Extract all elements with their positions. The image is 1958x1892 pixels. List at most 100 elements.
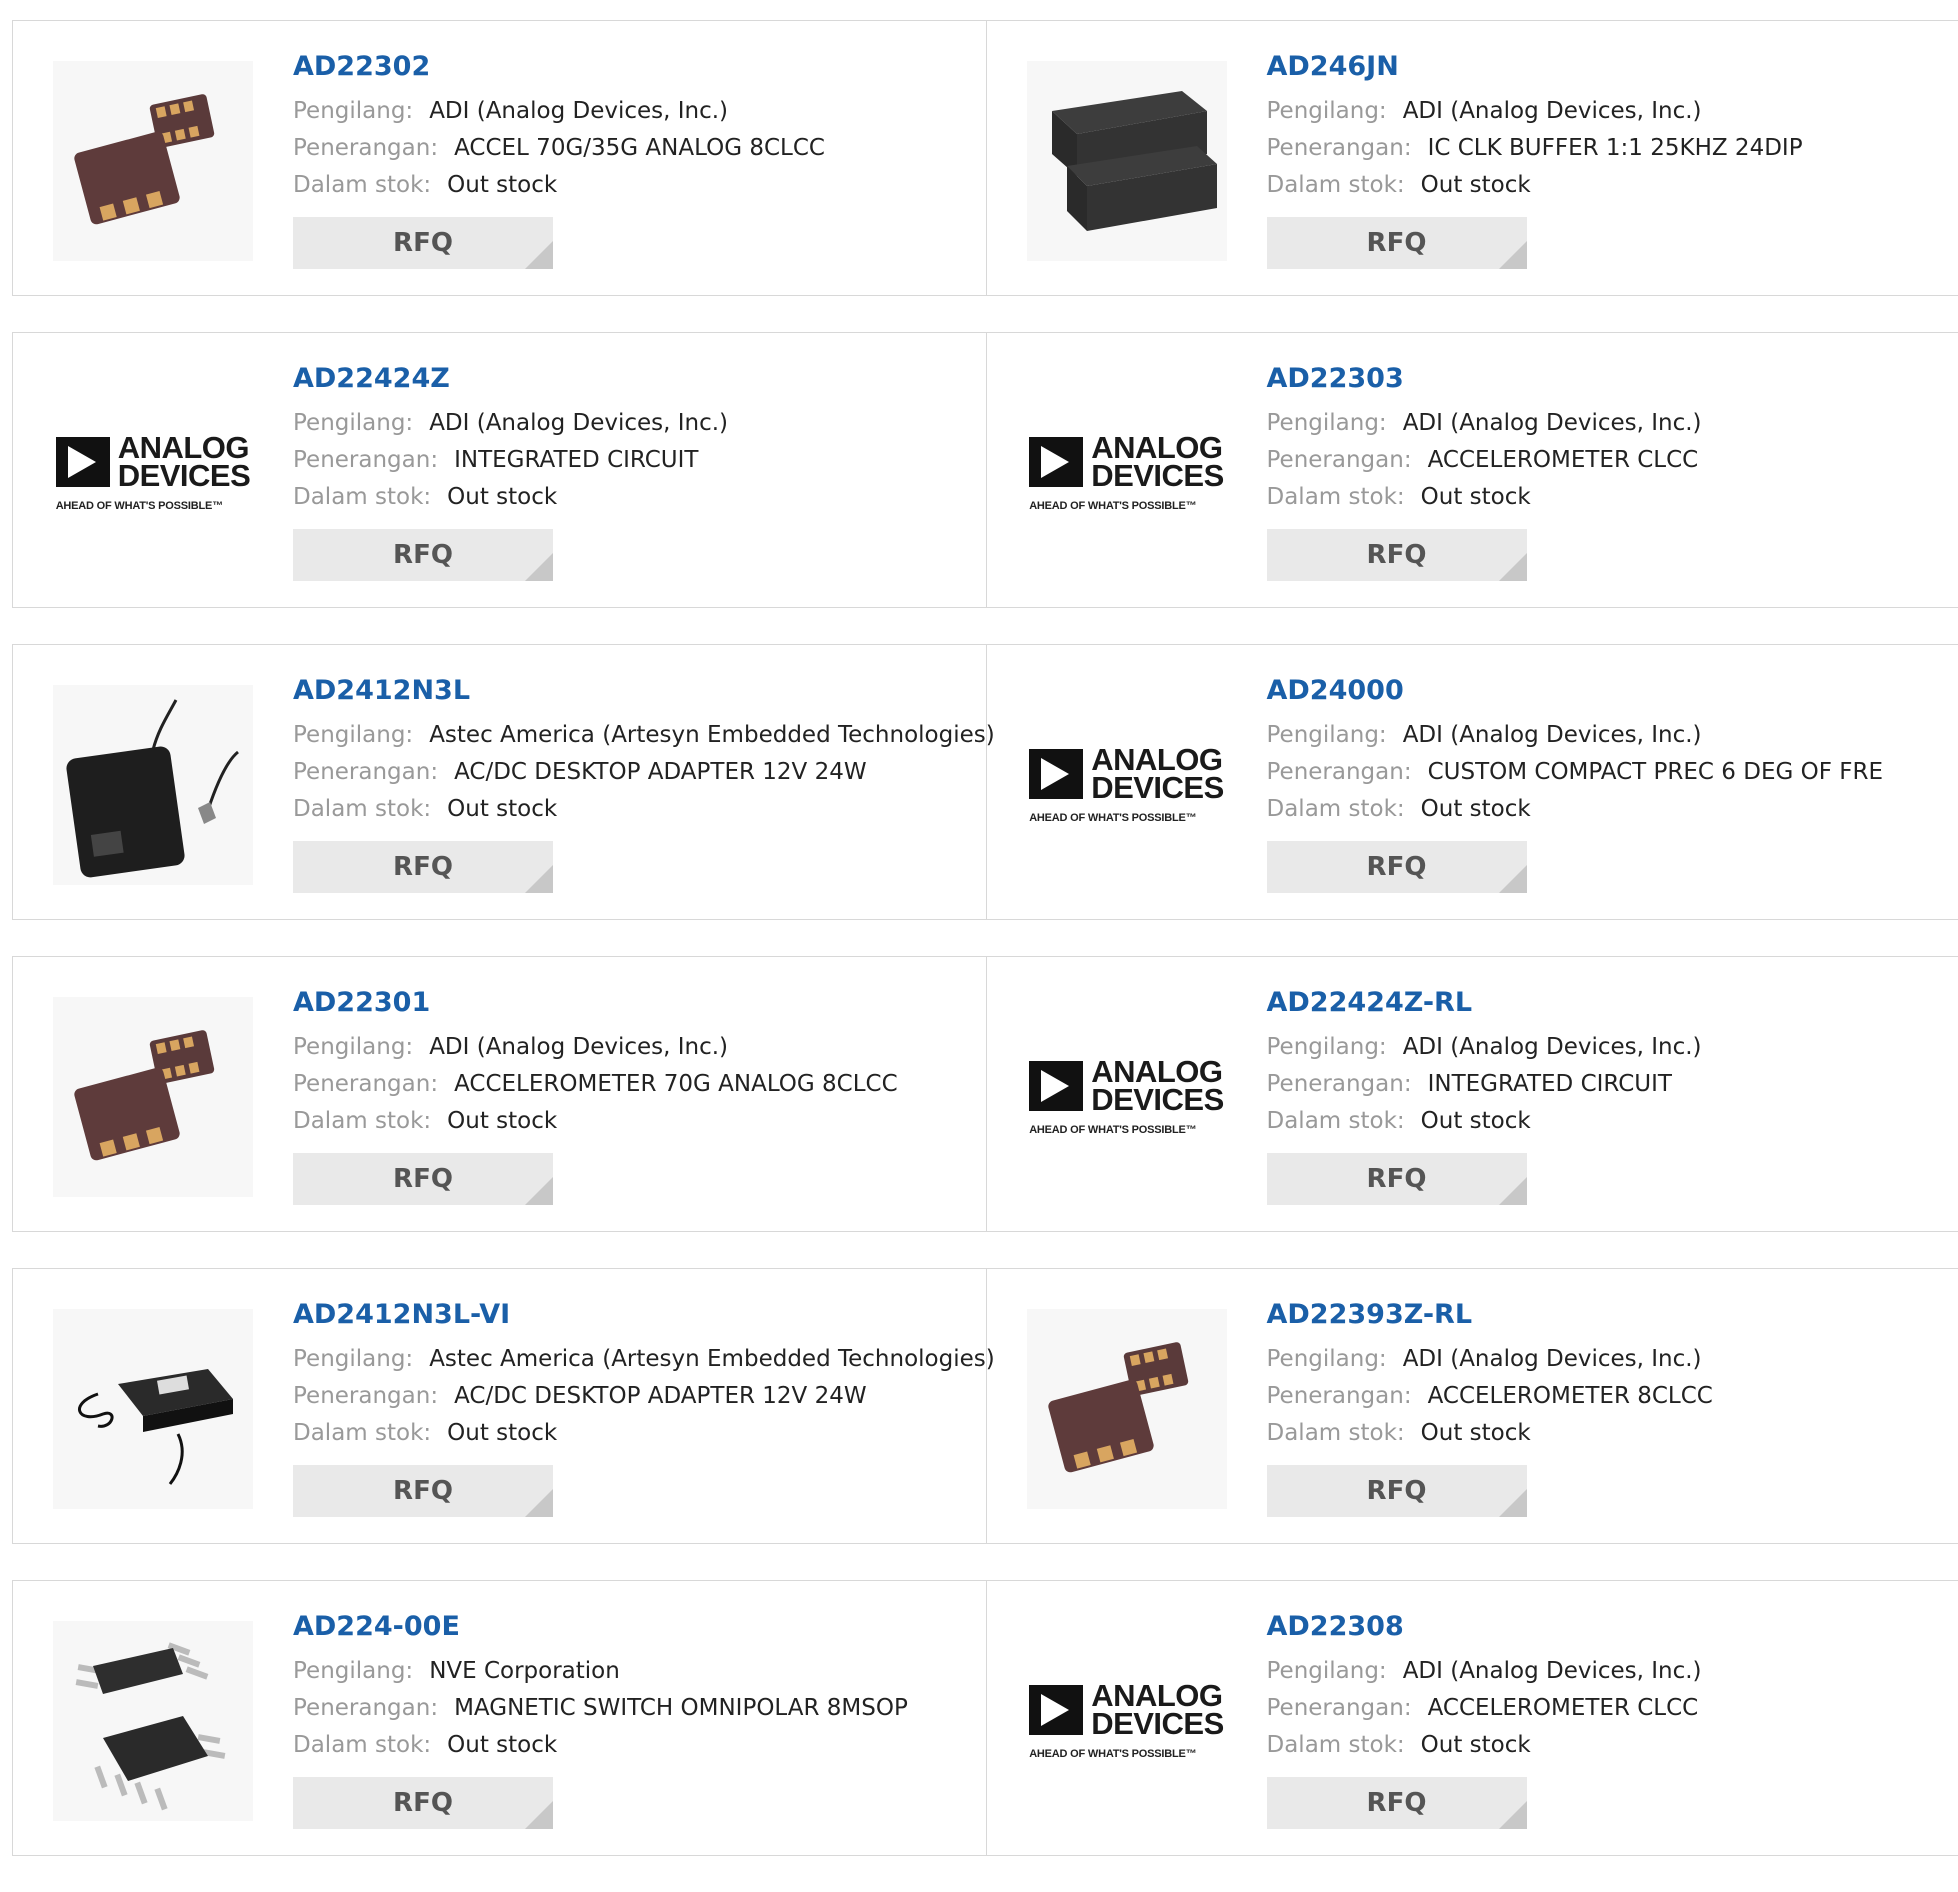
product-image[interactable] bbox=[53, 1621, 253, 1821]
part-number-link[interactable]: AD24000 bbox=[1267, 673, 1949, 709]
stock-label: Dalam stok: bbox=[293, 172, 431, 198]
rfq-button[interactable]: RFQ bbox=[293, 1777, 553, 1829]
rfq-button[interactable]: RFQ bbox=[293, 529, 553, 581]
corner-triangle-icon bbox=[1499, 865, 1527, 893]
part-number-link[interactable]: AD2412N3L bbox=[293, 673, 976, 709]
part-number-link[interactable]: AD224-00E bbox=[293, 1609, 976, 1645]
description-line: Penerangan:INTEGRATED CIRCUIT bbox=[293, 442, 976, 479]
manufacturer-value: ADI (Analog Devices, Inc.) bbox=[1403, 1034, 1702, 1060]
part-number-link[interactable]: AD22424Z-RL bbox=[1267, 985, 1949, 1021]
product-image[interactable]: ANALOG DEVICES AHEAD OF WHAT'S POSSIBLE™ bbox=[1027, 685, 1227, 885]
stock-line: Dalam stok:Out stock bbox=[293, 1727, 976, 1764]
part-number-link[interactable]: AD22301 bbox=[293, 985, 976, 1021]
product-image[interactable] bbox=[1027, 1309, 1227, 1509]
product-image[interactable] bbox=[53, 997, 253, 1197]
product-card: ANALOG DEVICES AHEAD OF WHAT'S POSSIBLE™… bbox=[13, 333, 986, 607]
stock-line: Dalam stok:Out stock bbox=[293, 479, 976, 516]
product-image[interactable]: ANALOG DEVICES AHEAD OF WHAT'S POSSIBLE™ bbox=[1027, 997, 1227, 1197]
rfq-button[interactable]: RFQ bbox=[293, 841, 553, 893]
rfq-button[interactable]: RFQ bbox=[1267, 1153, 1527, 1205]
rfq-button[interactable]: RFQ bbox=[293, 1153, 553, 1205]
description-line: Penerangan:ACCEL 70G/35G ANALOG 8CLCC bbox=[293, 130, 976, 167]
description-line: Penerangan:INTEGRATED CIRCUIT bbox=[1267, 1066, 1949, 1103]
product-image[interactable] bbox=[53, 685, 253, 885]
manufacturer-value: ADI (Analog Devices, Inc.) bbox=[1403, 410, 1702, 436]
rfq-button[interactable]: RFQ bbox=[1267, 841, 1527, 893]
rfq-button-label: RFQ bbox=[393, 1476, 453, 1506]
product-image[interactable]: ANALOG DEVICES AHEAD OF WHAT'S POSSIBLE™ bbox=[1027, 373, 1227, 573]
analog-devices-logo: ANALOG DEVICES AHEAD OF WHAT'S POSSIBLE™ bbox=[1029, 746, 1224, 824]
rfq-button-label: RFQ bbox=[1367, 540, 1427, 570]
part-number-link[interactable]: AD22302 bbox=[293, 49, 976, 85]
rfq-button[interactable]: RFQ bbox=[293, 1465, 553, 1517]
description-label: Penerangan: bbox=[1267, 447, 1412, 473]
product-image[interactable] bbox=[53, 61, 253, 261]
manufacturer-value: ADI (Analog Devices, Inc.) bbox=[1403, 722, 1702, 748]
stock-line: Dalam stok:Out stock bbox=[293, 791, 976, 828]
stock-line: Dalam stok:Out stock bbox=[1267, 1415, 1949, 1452]
product-card: ANALOG DEVICES AHEAD OF WHAT'S POSSIBLE™… bbox=[986, 957, 1958, 1231]
product-grid: AD22302 Pengilang:ADI (Analog Devices, I… bbox=[12, 20, 1958, 1892]
analog-devices-logo: ANALOG DEVICES AHEAD OF WHAT'S POSSIBLE™ bbox=[1029, 1682, 1224, 1760]
stock-value: Out stock bbox=[447, 172, 557, 198]
corner-triangle-icon bbox=[1499, 1489, 1527, 1517]
product-image[interactable]: ANALOG DEVICES AHEAD OF WHAT'S POSSIBLE™ bbox=[53, 373, 253, 573]
rfq-button[interactable]: RFQ bbox=[1267, 1777, 1527, 1829]
part-number-link[interactable]: AD22303 bbox=[1267, 361, 1949, 397]
rfq-button[interactable]: RFQ bbox=[1267, 1465, 1527, 1517]
part-number-link[interactable]: AD2412N3L-VI bbox=[293, 1297, 976, 1333]
rfq-button[interactable]: RFQ bbox=[1267, 529, 1527, 581]
stock-label: Dalam stok: bbox=[293, 1732, 431, 1758]
stock-line: Dalam stok:Out stock bbox=[1267, 1103, 1949, 1140]
product-image[interactable] bbox=[1027, 61, 1227, 261]
stock-value: Out stock bbox=[1421, 1420, 1531, 1446]
rfq-button-label: RFQ bbox=[1367, 852, 1427, 882]
manufacturer-label: Pengilang: bbox=[293, 1034, 413, 1060]
stock-value: Out stock bbox=[1421, 172, 1531, 198]
product-card: ANALOG DEVICES AHEAD OF WHAT'S POSSIBLE™… bbox=[986, 333, 1958, 607]
part-number-link[interactable]: AD246JN bbox=[1267, 49, 1949, 85]
manufacturer-label: Pengilang: bbox=[1267, 1658, 1387, 1684]
manufacturer-label: Pengilang: bbox=[293, 1658, 413, 1684]
logo-tagline: AHEAD OF WHAT'S POSSIBLE™ bbox=[1029, 812, 1196, 824]
part-number-link[interactable]: AD22424Z bbox=[293, 361, 976, 397]
product-image[interactable]: ANALOG DEVICES AHEAD OF WHAT'S POSSIBLE™ bbox=[1027, 1621, 1227, 1821]
description-line: Penerangan:ACCELEROMETER CLCC bbox=[1267, 442, 1949, 479]
analog-devices-logo: ANALOG DEVICES AHEAD OF WHAT'S POSSIBLE™ bbox=[1029, 1058, 1224, 1136]
logo-tagline: AHEAD OF WHAT'S POSSIBLE™ bbox=[56, 500, 223, 512]
logo-triangle-icon bbox=[1029, 1061, 1083, 1111]
corner-triangle-icon bbox=[525, 1177, 553, 1205]
stock-label: Dalam stok: bbox=[293, 796, 431, 822]
corner-triangle-icon bbox=[525, 553, 553, 581]
part-number-link[interactable]: AD22308 bbox=[1267, 1609, 1949, 1645]
logo-triangle-icon bbox=[1029, 749, 1083, 799]
stock-value: Out stock bbox=[447, 484, 557, 510]
analog-devices-logo: ANALOG DEVICES AHEAD OF WHAT'S POSSIBLE™ bbox=[56, 434, 251, 512]
product-card: AD22302 Pengilang:ADI (Analog Devices, I… bbox=[13, 21, 986, 295]
product-row: ANALOG DEVICES AHEAD OF WHAT'S POSSIBLE™… bbox=[12, 332, 1958, 608]
description-value: INTEGRATED CIRCUIT bbox=[1428, 1071, 1672, 1097]
description-label: Penerangan: bbox=[293, 1695, 438, 1721]
description-label: Penerangan: bbox=[1267, 135, 1412, 161]
part-number-link[interactable]: AD22393Z-RL bbox=[1267, 1297, 1949, 1333]
rfq-button[interactable]: RFQ bbox=[1267, 217, 1527, 269]
corner-triangle-icon bbox=[525, 865, 553, 893]
manufacturer-label: Pengilang: bbox=[1267, 722, 1387, 748]
corner-triangle-icon bbox=[525, 241, 553, 269]
stock-line: Dalam stok: Out stock bbox=[293, 167, 976, 204]
manufacturer-value: ADI (Analog Devices, Inc.) bbox=[1403, 1346, 1702, 1372]
logo-tagline: AHEAD OF WHAT'S POSSIBLE™ bbox=[1029, 1748, 1196, 1760]
product-card: ANALOG DEVICES AHEAD OF WHAT'S POSSIBLE™… bbox=[986, 1581, 1958, 1855]
description-label: Penerangan: bbox=[1267, 759, 1412, 785]
description-line: Penerangan:MAGNETIC SWITCH OMNIPOLAR 8MS… bbox=[293, 1690, 976, 1727]
description-line: Penerangan:ACCELEROMETER CLCC bbox=[1267, 1690, 1949, 1727]
product-image[interactable] bbox=[53, 1309, 253, 1509]
rfq-button[interactable]: RFQ bbox=[293, 217, 553, 269]
manufacturer-label: Pengilang: bbox=[1267, 1034, 1387, 1060]
product-row: AD22302 Pengilang:ADI (Analog Devices, I… bbox=[12, 20, 1958, 296]
manufacturer-line: Pengilang:ADI (Analog Devices, Inc.) bbox=[1267, 405, 1949, 442]
product-card: AD2412N3L-VI Pengilang:Astec America (Ar… bbox=[13, 1269, 986, 1543]
stock-value: Out stock bbox=[1421, 1108, 1531, 1134]
corner-triangle-icon bbox=[1499, 1177, 1527, 1205]
manufacturer-line: Pengilang:ADI (Analog Devices, Inc.) bbox=[1267, 93, 1949, 130]
